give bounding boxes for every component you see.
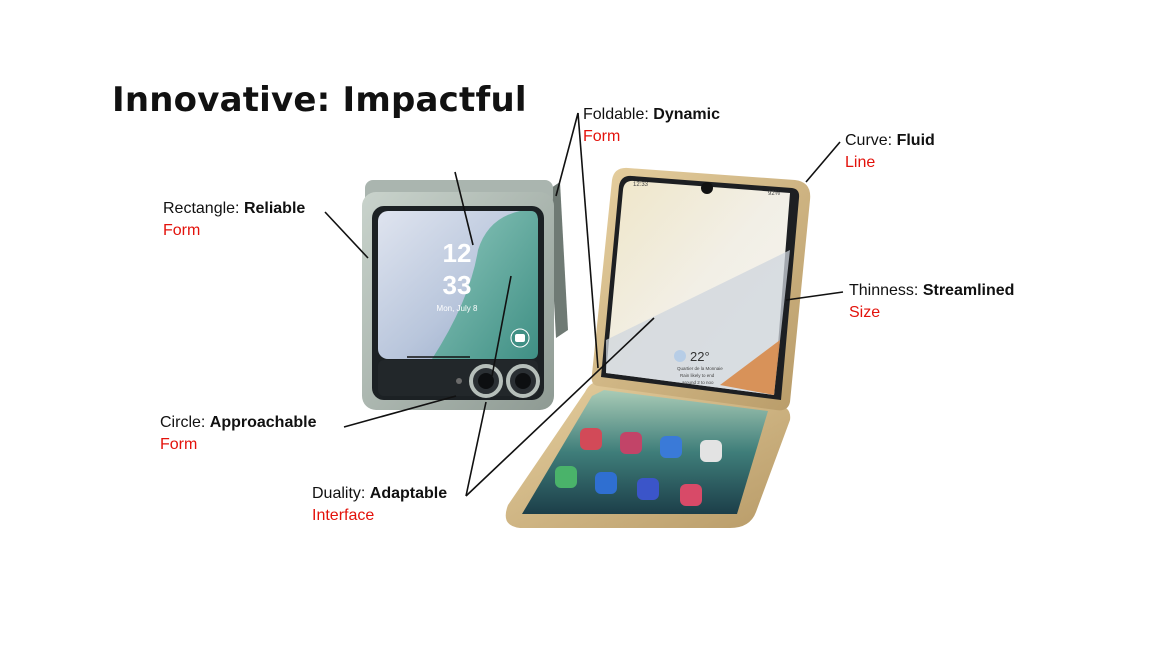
leader-duality-1: [465, 401, 487, 497]
phones-illustration: 12 33 Mon, July 8 12:33 92% 22° Quartier…: [324, 112, 844, 528]
app-icon: [700, 440, 722, 462]
weather-temperature: 22°: [690, 349, 710, 364]
leader-rectangle: [324, 211, 369, 259]
leader-foldable-1: [555, 112, 579, 197]
weather-line-2: Rain likely to end: [680, 373, 715, 378]
app-icon: [555, 466, 577, 488]
app-icon: [580, 428, 602, 450]
cover-date: Mon, July 8: [437, 304, 478, 313]
cover-clock-minute: 33: [443, 270, 472, 300]
leader-curve: [805, 141, 841, 183]
app-icon: [660, 436, 682, 458]
app-icon: [620, 432, 642, 454]
cover-clock-hour: 12: [443, 238, 472, 268]
app-icon: [680, 484, 702, 506]
weather-location: Quartier de la Monnaie: [677, 366, 723, 371]
status-time: 12:33: [633, 182, 649, 188]
front-camera-icon: [701, 182, 713, 194]
camera-shortcut-glyph: [515, 334, 525, 342]
flash-icon: [456, 378, 462, 384]
status-battery: 92%: [768, 191, 781, 197]
leader-foldable-2: [577, 112, 599, 369]
weather-line-3: around 2 to noo: [682, 380, 714, 385]
app-icon: [637, 478, 659, 500]
weather-cloud-icon: [674, 350, 686, 362]
app-icon: [595, 472, 617, 494]
camera-lens-2-glass: [515, 373, 531, 389]
